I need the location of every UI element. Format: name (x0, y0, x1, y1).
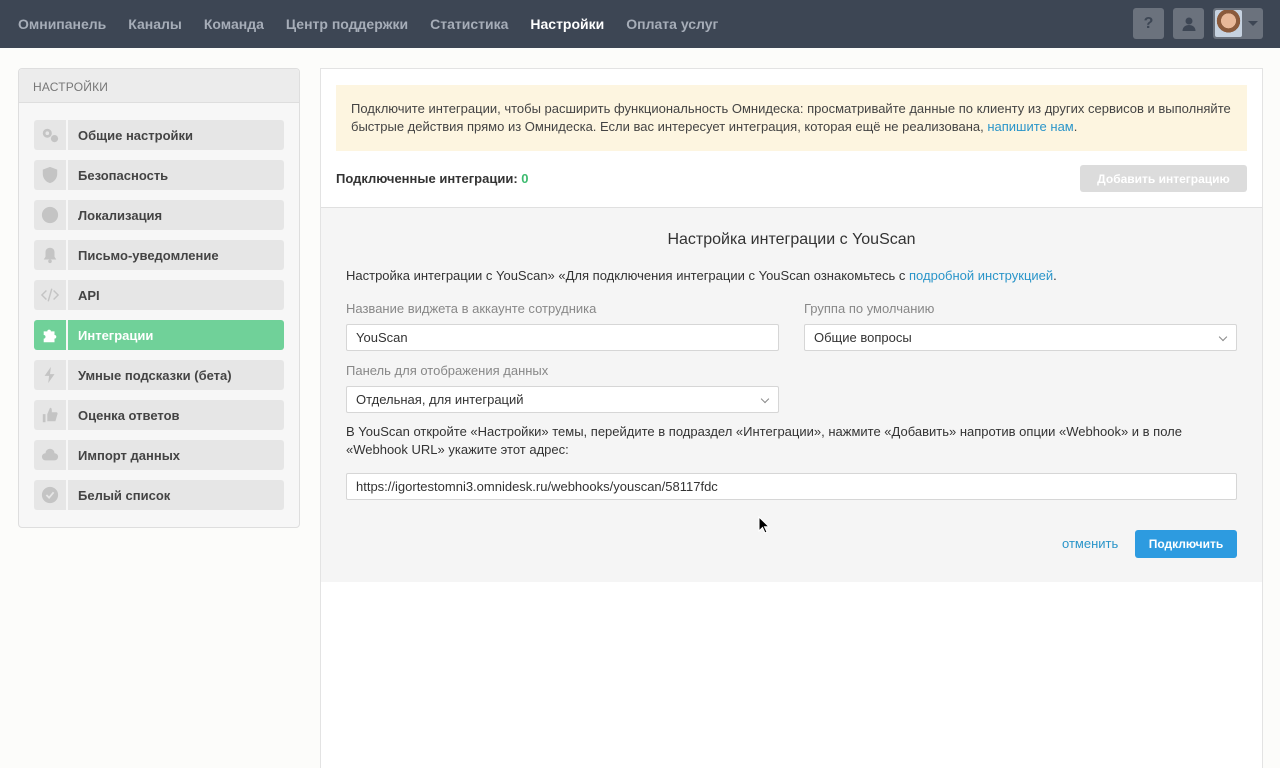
help-button[interactable]: ? (1133, 8, 1164, 39)
youscan-form: Настройка интеграции с YouScan Настройка… (321, 207, 1262, 582)
sidebar-item-integrations[interactable]: Интеграции (34, 320, 284, 350)
info-notice: Подключите интеграции, чтобы расширить ф… (336, 85, 1247, 151)
sidebar-item-label: Умные подсказки (бета) (68, 360, 284, 390)
lightning-icon (44, 366, 55, 384)
form-title: Настройка интеграции с YouScan (667, 231, 916, 248)
bell-icon (43, 247, 57, 264)
settings-sidebar: НАСТРОЙКИ Общие настройки Безопасность Л… (18, 68, 300, 528)
sidebar-item-label: API (68, 280, 284, 310)
cloud-upload-icon (41, 448, 59, 461)
connected-count: 0 (521, 171, 529, 186)
avatar (1215, 10, 1242, 37)
sidebar-title: НАСТРОЙКИ (19, 69, 299, 103)
caret-down-icon (1248, 21, 1258, 26)
sidebar-item-api[interactable]: API (34, 280, 284, 310)
notice-tail: . (1073, 119, 1078, 134)
webhook-url-field[interactable]: https://igortestomni3.omnidesk.ru/webhoo… (346, 473, 1237, 500)
puzzle-icon (43, 329, 57, 343)
panel-select[interactable]: Отдельная, для интеграций (346, 386, 779, 413)
nav-billing[interactable]: Оплата услуг (626, 16, 718, 32)
connect-button[interactable]: Подключить (1135, 530, 1237, 558)
sidebar-item-ratings[interactable]: Оценка ответов (34, 400, 284, 430)
sidebar-item-label: Оценка ответов (68, 400, 284, 430)
sidebar-item-smart-hints[interactable]: Умные подсказки (бета) (34, 360, 284, 390)
sidebar-item-label: Общие настройки (68, 120, 284, 150)
panel-label: Панель для отображения данных (346, 363, 549, 378)
cursor-arrow-icon (758, 515, 771, 534)
sidebar-item-label: Импорт данных (68, 440, 284, 470)
sidebar-item-label: Интеграции (68, 320, 284, 350)
form-description: Настройка интеграции с YouScan» «Для под… (346, 268, 1057, 283)
instruction-link[interactable]: подробной инструкцией (909, 268, 1053, 283)
sidebar-item-localization[interactable]: Локализация (34, 200, 284, 230)
sidebar-item-whitelist[interactable]: Белый список (34, 480, 284, 510)
sidebar-item-import[interactable]: Импорт данных (34, 440, 284, 470)
thumbs-up-icon (42, 407, 58, 423)
sidebar-item-security[interactable]: Безопасность (34, 160, 284, 190)
top-nav-bar: Омнипанель Каналы Команда Центр поддержк… (0, 0, 1280, 48)
settings-menu: Общие настройки Безопасность Локализация… (34, 120, 284, 520)
write-us-link[interactable]: напишите нам (987, 119, 1073, 134)
top-right-controls: ? (1133, 8, 1263, 39)
nav-team[interactable]: Команда (204, 16, 264, 32)
gears-icon (42, 128, 59, 143)
add-integration-button[interactable]: Добавить интеграцию (1080, 165, 1247, 192)
profile-button[interactable] (1173, 8, 1204, 39)
connected-integrations: Подключенные интеграции: 0 (336, 171, 529, 186)
sidebar-item-label: Локализация (68, 200, 284, 230)
sidebar-item-notification-email[interactable]: Письмо-уведомление (34, 240, 284, 270)
main-nav: Омнипанель Каналы Команда Центр поддержк… (18, 0, 740, 48)
account-menu-button[interactable] (1213, 8, 1263, 39)
form-desc-text: Настройка интеграции с YouScan» «Для под… (346, 268, 910, 283)
help-icon: ? (1143, 14, 1154, 32)
default-group-select[interactable]: Общие вопросы (804, 324, 1237, 351)
cancel-link[interactable]: отменить (1062, 536, 1118, 551)
sidebar-item-general[interactable]: Общие настройки (34, 120, 284, 150)
nav-omnipanel[interactable]: Омнипанель (18, 16, 106, 32)
default-group-value: Общие вопросы (814, 330, 912, 345)
shield-icon (42, 166, 58, 184)
connected-label: Подключенные интеграции: (336, 171, 518, 186)
chevron-down-icon (760, 394, 770, 404)
sidebar-item-label: Безопасность (68, 160, 284, 190)
nav-channels[interactable]: Каналы (128, 16, 182, 32)
nav-settings[interactable]: Настройки (530, 16, 604, 32)
webhook-url-value: https://igortestomni3.omnidesk.ru/webhoo… (356, 479, 718, 494)
notice-text: Подключите интеграции, чтобы расширить ф… (351, 101, 1231, 134)
default-group-label: Группа по умолчанию (804, 301, 935, 316)
nav-statistics[interactable]: Статистика (430, 16, 508, 32)
globe-icon (41, 206, 59, 224)
widget-name-value: YouScan (356, 330, 408, 345)
panel-value: Отдельная, для интеграций (356, 392, 524, 407)
user-icon (1182, 17, 1195, 31)
widget-name-input[interactable]: YouScan (346, 324, 779, 351)
check-badge-icon (41, 486, 59, 504)
sidebar-item-label: Письмо-уведомление (68, 240, 284, 270)
form-desc-tail: . (1053, 268, 1057, 283)
webhook-instructions: В YouScan откройте «Настройки» темы, пер… (346, 424, 1182, 457)
widget-name-label: Название виджета в аккаунте сотрудника (346, 301, 597, 316)
nav-support-center[interactable]: Центр поддержки (286, 16, 408, 32)
code-icon (41, 288, 59, 302)
sidebar-item-label: Белый список (68, 480, 284, 510)
chevron-down-icon (1218, 332, 1228, 342)
integrations-panel: Подключите интеграции, чтобы расширить ф… (320, 68, 1263, 768)
